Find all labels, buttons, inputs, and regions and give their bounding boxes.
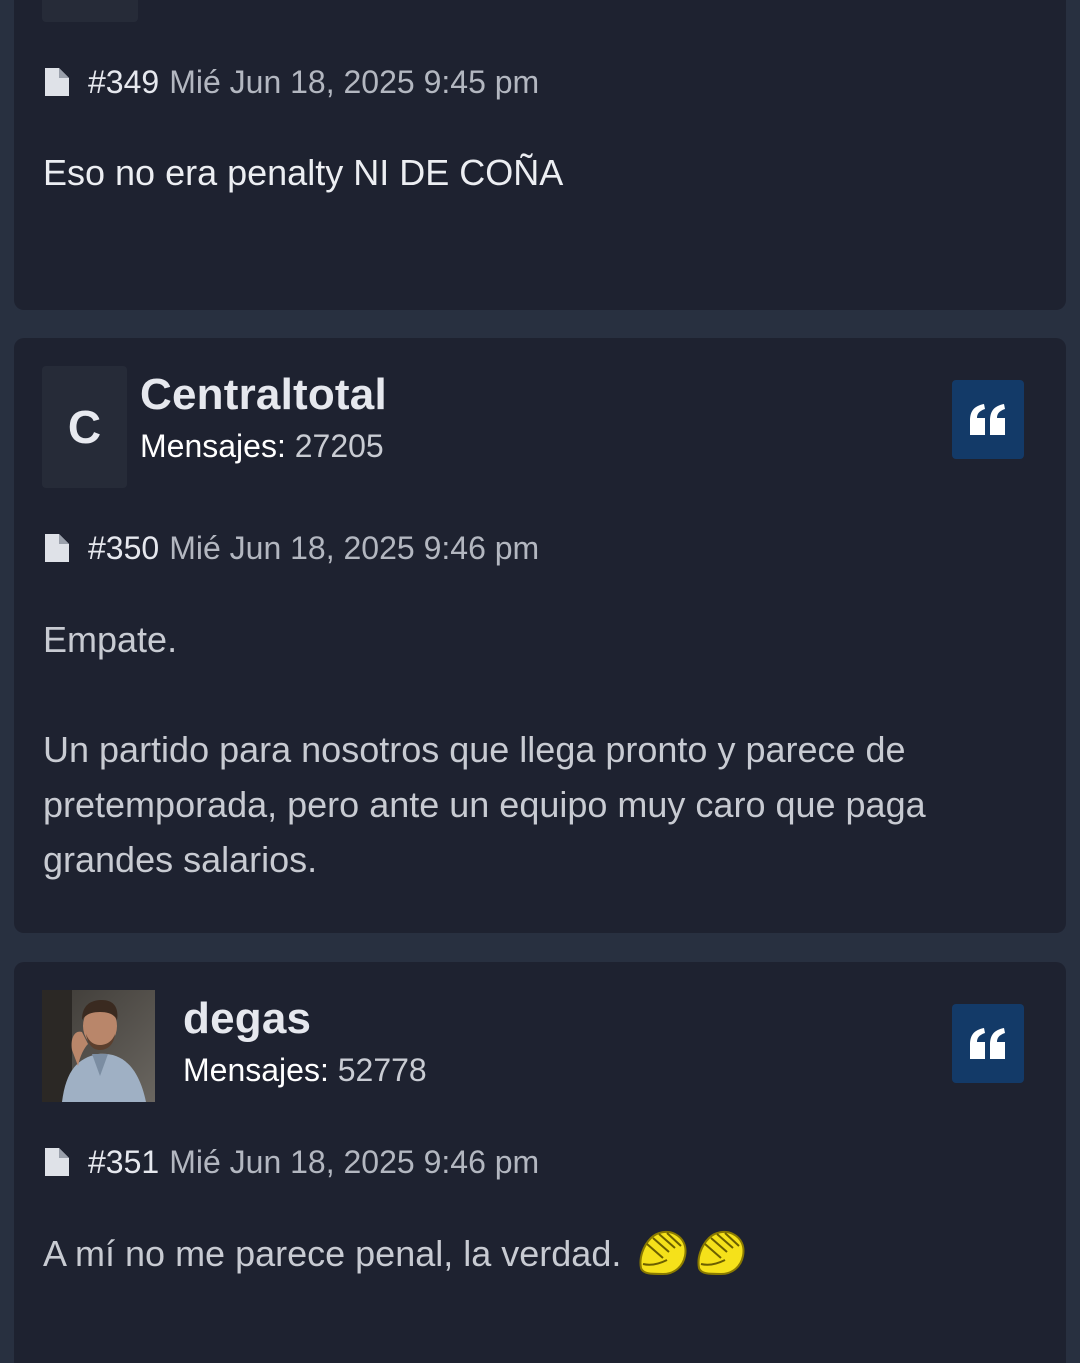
avatar[interactable]: C	[42, 366, 127, 488]
document-icon[interactable]	[44, 67, 70, 97]
post-content: Empate. Un partido para nosotros que lle…	[43, 612, 1026, 887]
message-count-label: Mensajes:	[140, 428, 286, 464]
avatar[interactable]	[42, 990, 155, 1102]
quote-icon	[970, 1027, 1005, 1059]
post-349: #349 Mié Jun 18, 2025 9:45 pm Eso no era…	[14, 0, 1066, 310]
document-icon[interactable]	[44, 533, 70, 563]
post-text: Eso no era penalty NI DE COÑA	[43, 152, 564, 193]
message-count-value: 27205	[294, 428, 384, 464]
message-count-label: Mensajes:	[183, 1052, 329, 1088]
post-paragraph: Un partido para nosotros que llega pront…	[43, 729, 926, 880]
avatar-partial[interactable]	[42, 0, 138, 22]
post-meta: #351 Mié Jun 18, 2025 9:46 pm	[44, 1142, 539, 1182]
quote-button[interactable]	[952, 380, 1024, 459]
message-count: Mensajes: 27205	[140, 428, 384, 465]
post-number-link[interactable]: #349	[88, 64, 159, 101]
facepalm-emoji	[639, 1230, 687, 1276]
username-link[interactable]: Centraltotal	[140, 370, 387, 420]
post-350: C Centraltotal Mensajes: 27205 #350 Mié …	[14, 338, 1066, 933]
post-meta: #350 Mié Jun 18, 2025 9:46 pm	[44, 528, 539, 568]
post-meta: #349 Mié Jun 18, 2025 9:45 pm	[44, 62, 539, 102]
post-date: Mié Jun 18, 2025 9:45 pm	[169, 63, 540, 100]
username-link[interactable]: degas	[183, 994, 311, 1044]
post-paragraph: Empate.	[43, 619, 178, 660]
post-content: A mí no me parece penal, la verdad.	[43, 1226, 1026, 1281]
document-icon[interactable]	[44, 1147, 70, 1177]
post-text: A mí no me parece penal, la verdad.	[43, 1233, 622, 1274]
post-paragraph: A mí no me parece penal, la verdad.	[43, 1226, 1026, 1281]
post-content: Eso no era penalty NI DE COÑA	[43, 145, 1026, 200]
message-count: Mensajes: 52778	[183, 1052, 427, 1089]
post-date: Mié Jun 18, 2025 9:46 pm	[169, 529, 540, 566]
post-number-link[interactable]: #350	[88, 530, 159, 567]
message-count-value: 52778	[337, 1052, 427, 1088]
post-date: Mié Jun 18, 2025 9:46 pm	[169, 1143, 540, 1180]
quote-icon	[970, 403, 1005, 435]
avatar-photo-image	[42, 990, 155, 1102]
post-351: degas Mensajes: 52778 #351 Mié Jun 18, 2…	[14, 962, 1066, 1363]
post-number-link[interactable]: #351	[88, 1144, 159, 1181]
facepalm-emoji	[697, 1230, 745, 1276]
quote-button[interactable]	[952, 1004, 1024, 1083]
